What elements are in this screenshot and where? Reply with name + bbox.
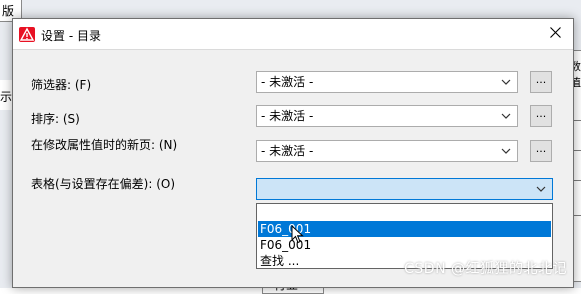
new-page-more-button[interactable]: ... <box>530 140 552 162</box>
close-icon <box>549 27 561 41</box>
warning-triangle-icon <box>19 27 35 42</box>
chevron-down-icon <box>499 72 513 92</box>
sort-select[interactable]: - 未激活 - <box>256 105 518 127</box>
filter-select[interactable]: - 未激活 - <box>256 71 518 93</box>
close-button[interactable] <box>537 19 573 49</box>
mouse-cursor-icon <box>291 224 305 245</box>
filter-label: 筛选器: (F) <box>31 78 92 92</box>
sort-select-value: - 未激活 - <box>261 109 314 123</box>
sort-label: 排序: (S) <box>31 112 80 126</box>
new-page-select[interactable]: - 未激活 - <box>256 140 518 162</box>
table-select[interactable] <box>256 178 553 200</box>
dialog-title: 设置 - 目录 <box>41 29 101 43</box>
chevron-down-icon <box>534 179 548 199</box>
filter-more-button[interactable]: ... <box>530 71 552 93</box>
dropdown-option[interactable] <box>258 205 551 221</box>
dialog-titlebar[interactable]: 设置 - 目录 <box>13 19 573 50</box>
settings-dialog: 设置 - 目录 筛选器: (F) - 未激活 - ... 排序: (S) - 未… <box>12 18 574 288</box>
sort-more-button[interactable]: ... <box>530 105 552 127</box>
filter-select-value: - 未激活 - <box>261 75 314 89</box>
chevron-down-icon <box>499 141 513 161</box>
new-page-label: 在修改属性值时的新页: (N) <box>31 138 178 152</box>
background-fragment-label: 版 <box>2 4 15 18</box>
background-fragment-label: 示 <box>0 90 13 104</box>
new-page-select-value: - 未激活 - <box>261 144 314 158</box>
table-label: 表格(与设置存在偏差): (O) <box>31 177 176 191</box>
chevron-down-icon <box>499 106 513 126</box>
watermark-text: CSDN @红狐狸的北北记 <box>404 261 567 277</box>
